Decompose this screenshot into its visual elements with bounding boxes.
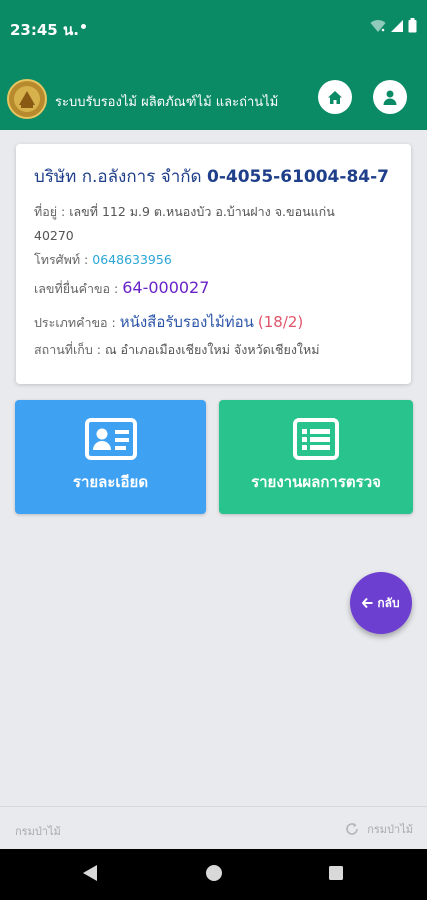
footer-right: กรมป่าไม้ [345,820,413,838]
request-type-value: หนังสือรับรองไม้ท่อน [119,313,254,331]
company-heading: บริษัท ก.อลังการ จำกัด 0-4055-61004-84-7 [34,163,389,190]
address-line: ที่อยู่ : เลขที่ 112 ม.9 ต.หนองบัว อ.บ้า… [34,202,335,222]
refresh-icon[interactable] [345,822,359,836]
notification-dot-icon [81,24,86,29]
home-icon [328,90,342,104]
app-bar: ระบบรับรองไม้ ผลิตภัณฑ์ไม้ และถ่านไม้ [0,58,427,130]
company-name: บริษัท ก.อลังการ จำกัด [34,167,202,187]
profile-button[interactable] [373,80,407,114]
request-no-value: 64-000027 [122,278,210,297]
signal-icon [391,19,403,32]
battery-icon [408,18,417,33]
footer-org-left: กรมป่าไม้ [15,825,61,838]
address-label: ที่อยู่ : [34,204,66,219]
request-type-line: ประเภทคำขอ : หนังสือรับรองไม้ท่อน (18/2) [34,310,303,334]
footer: กรมป่าไม้ กรมป่าไม้ [0,806,427,849]
detail-label: รายละเอียด [72,473,149,491]
royal-forest-logo [7,79,47,119]
id-card-icon [84,418,137,464]
request-type-label: ประเภทคำขอ : [34,315,116,330]
address-postcode: 40270 [34,228,74,243]
company-code: 0-4055-61004-84-7 [206,167,389,187]
footer-org-right: กรมป่าไม้ [367,823,413,836]
status-bar: 23:45 น. [0,0,427,58]
home-button[interactable] [318,80,352,114]
status-time: 23:45 น. [10,21,79,39]
list-icon [293,418,339,464]
phone-line: โทรศัพท์ : 0648633956 [34,250,172,270]
phone-link[interactable]: 0648633956 [92,252,172,267]
status-icons [370,18,417,33]
request-no-label: เลขที่ยื่นคำขอ : [34,281,119,296]
report-label: รายงานผลการตรวจ [251,473,381,491]
arrow-left-icon [362,598,373,608]
record-card: บริษัท ก.อลังการ จำกัด 0-4055-61004-84-7… [16,144,411,384]
inspection-report-button[interactable]: รายงานผลการตรวจ [219,400,413,514]
app-title: ระบบรับรองไม้ ผลิตภัณฑ์ไม้ และถ่านไม้ [55,95,279,110]
phone-label: โทรศัพท์ : [34,252,89,267]
request-no-line: เลขที่ยื่นคำขอ : 64-000027 [34,278,209,299]
request-type-count: (18/2) [257,313,304,331]
address-line-2: 40270 [34,228,74,243]
detail-button[interactable]: รายละเอียด [15,400,206,514]
storage-label: สถานที่เก็บ : [34,342,101,357]
wifi-icon [370,19,386,32]
nav-home-icon[interactable] [205,864,223,882]
nav-back-icon[interactable] [82,864,98,882]
storage-line: สถานที่เก็บ : ณ อำเภอเมืองเชียงใหม่ จังห… [34,340,320,360]
storage-value: ณ อำเภอเมืองเชียงใหม่ จังหวัดเชียงใหม่ [104,342,320,357]
system-navigation-bar [0,849,427,900]
back-button[interactable]: กลับ [350,572,412,634]
user-icon [383,90,397,105]
back-label: กลับ [377,595,400,610]
nav-recents-icon[interactable] [328,864,344,882]
address-value: เลขที่ 112 ม.9 ต.หนองบัว อ.บ้านฝาง จ.ขอน… [69,204,335,219]
